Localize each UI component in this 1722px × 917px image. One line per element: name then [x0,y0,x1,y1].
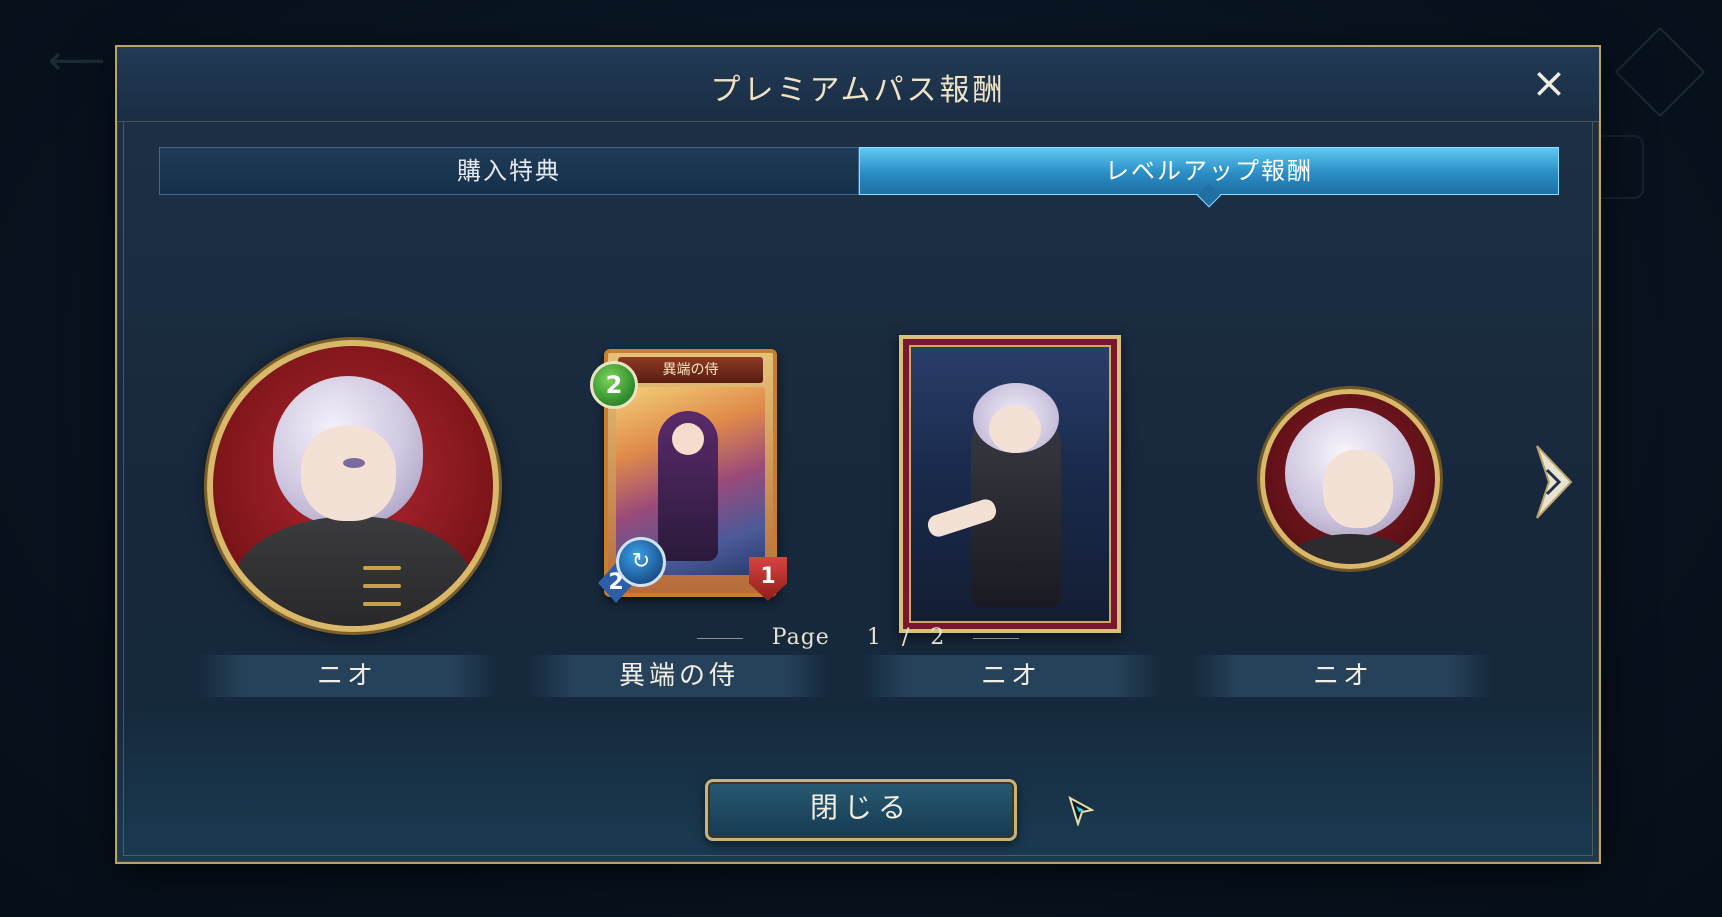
page-total: 2 [930,625,945,650]
card-title: 異端の侍 [618,357,763,383]
page-current: 1 [866,625,881,650]
avatar-icon-image [1260,389,1440,569]
close-button[interactable]: 閉じる [705,779,1017,841]
page-separator: / [901,625,910,650]
chevron-right-icon[interactable] [1529,442,1579,522]
reward-name: ニオ [1193,655,1493,697]
reward-name: ニオ [197,655,497,697]
evolve-icon: ↻ [616,537,666,587]
modal-header: プレミアムパス報酬 × [117,47,1599,122]
tab-purchase-bonus[interactable]: 購入特典 [159,147,859,195]
card-cost: 2 [590,361,638,409]
tab-levelup-reward[interactable]: レベルアップ報酬 [859,147,1559,195]
tab-bar: 購入特典 レベルアップ報酬 [159,147,1559,195]
page-label: Page [771,625,830,650]
pointer-cursor-icon [1068,796,1094,826]
reward-name: 異端の侍 [529,655,829,697]
page-indicator: Page 1 / 2 [117,625,1599,650]
card-life: 1 [749,557,787,601]
divider [973,637,1020,639]
premium-pass-reward-modal: プレミアムパス報酬 × 購入特典 レベルアップ報酬 ニオ 異端の侍 2 2 1 … [115,45,1601,864]
modal-title: プレミアムパス報酬 [710,73,1006,108]
close-icon[interactable]: × [1527,61,1571,105]
divider [696,637,743,639]
reward-name: ニオ [861,655,1161,697]
emblem-image [207,340,499,632]
card-image: 異端の侍 2 2 1 ↻ [590,349,787,603]
sleeve-image [899,335,1121,633]
